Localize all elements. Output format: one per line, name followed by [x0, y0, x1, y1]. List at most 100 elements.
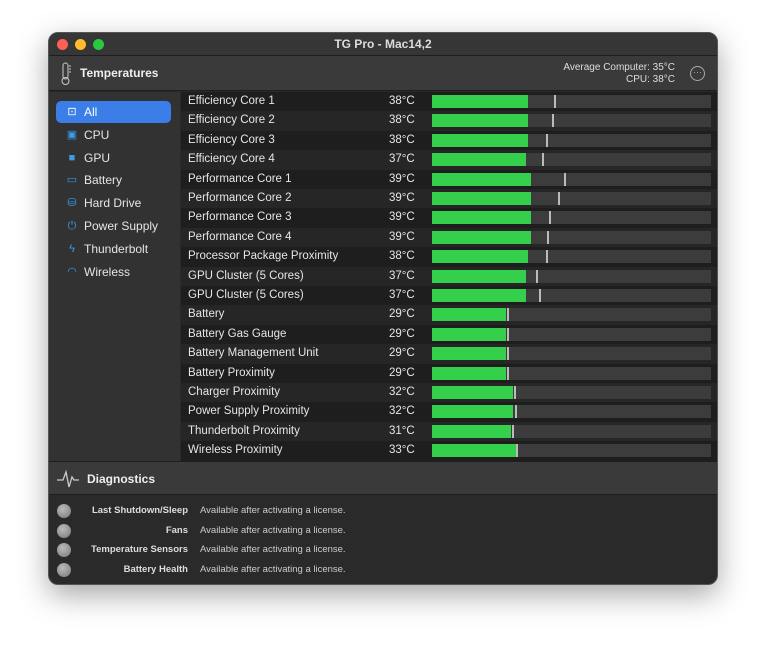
zoom-button[interactable]: [93, 39, 104, 50]
diagnostics-title: Diagnostics: [87, 472, 156, 486]
sensor-name: Battery Proximity: [188, 366, 275, 379]
temperature-bar: [432, 95, 711, 108]
sidebar-item-gpu[interactable]: ■ GPU: [56, 147, 171, 169]
sensor-name: Performance Core 3: [188, 211, 292, 224]
sensor-value: 29°C: [389, 347, 415, 360]
temperature-fill: [432, 308, 506, 322]
max-temperature-marker: [506, 308, 509, 322]
temperature-fill: [432, 347, 506, 361]
header: Temperatures Average Computer: 35°C CPU:…: [49, 56, 717, 91]
sensor-value: 29°C: [389, 327, 415, 340]
max-temperature-marker: [535, 269, 538, 283]
sensor-name: Efficiency Core 2: [188, 114, 275, 127]
wifi-icon: ◠: [67, 265, 77, 278]
sidebar-item-label: Battery: [84, 173, 123, 188]
sensor-row[interactable]: Processor Package Proximity 38°C: [181, 247, 717, 267]
temperature-bar: [432, 366, 711, 380]
max-temperature-marker: [548, 211, 551, 225]
sensor-row[interactable]: GPU Cluster (5 Cores) 37°C: [181, 286, 717, 306]
sidebar-item-wireless[interactable]: ◠ Wireless: [56, 261, 171, 283]
status-indicator-icon: [57, 562, 71, 577]
diagnostic-value: Available after activating a license.: [200, 563, 346, 575]
temperature-summary: Average Computer: 35°C CPU: 38°C: [563, 62, 675, 86]
temperature-fill: [432, 114, 529, 128]
temperature-fill: [432, 327, 506, 341]
sidebar-item-label: GPU: [84, 150, 111, 165]
diagnostics-header: Diagnostics: [49, 461, 717, 495]
sensor-row[interactable]: Performance Core 4 39°C: [181, 228, 717, 247]
minimize-button[interactable]: [75, 39, 86, 50]
diagnostic-item: Fans Available after activating a license…: [49, 521, 717, 540]
sensor-name: Efficiency Core 3: [188, 133, 275, 146]
temperature-fill: [432, 230, 531, 244]
battery-icon: ▭: [66, 174, 78, 187]
sensor-row[interactable]: Efficiency Core 1 38°C: [181, 92, 717, 112]
max-temperature-marker: [552, 114, 555, 128]
temperature-bar: [432, 153, 711, 167]
temperature-fill: [432, 424, 511, 438]
avg-value: 35°C: [652, 62, 675, 73]
window-title: TG Pro - Mac14,2: [334, 37, 432, 51]
sensor-value: 38°C: [389, 95, 415, 107]
title-bar[interactable]: TG Pro - Mac14,2: [49, 33, 717, 56]
sidebar-item-battery[interactable]: ▭ Battery: [56, 169, 171, 191]
sensor-row[interactable]: Wireless Proximity 33°C: [181, 441, 717, 461]
section-title: Temperatures: [80, 66, 159, 80]
temperature-bar: [432, 172, 711, 186]
sensor-value: 31°C: [389, 424, 415, 437]
temperature-fill: [432, 250, 529, 264]
sensor-value: 38°C: [389, 114, 415, 127]
sidebar-item-power-supply[interactable]: ⏻ Power Supply: [56, 215, 171, 237]
ellipsis-circle-icon[interactable]: ···: [690, 66, 705, 81]
diagnostic-item: Battery Health Available after activating…: [49, 560, 717, 579]
sensor-row[interactable]: Battery 29°C: [181, 305, 717, 324]
sensor-row[interactable]: Efficiency Core 3 38°C: [181, 130, 717, 151]
sensor-row[interactable]: Performance Core 1 39°C: [181, 169, 717, 189]
temperature-bar: [432, 133, 711, 147]
sensor-row[interactable]: Thunderbolt Proximity 31°C: [181, 422, 717, 441]
sensor-row[interactable]: GPU Cluster (5 Cores) 37°C: [181, 267, 717, 286]
avg-label: Average Computer:: [563, 62, 650, 73]
sensor-row[interactable]: Battery Proximity 29°C: [181, 363, 717, 383]
close-button[interactable]: [57, 39, 68, 50]
sensor-row[interactable]: Performance Core 2 39°C: [181, 189, 717, 208]
temperature-fill: [432, 153, 526, 167]
temperature-fill: [432, 386, 514, 399]
sidebar-item-thunderbolt[interactable]: ϟ Thunderbolt: [56, 238, 171, 260]
sensor-value: 33°C: [389, 444, 415, 457]
thunderbolt-icon: ϟ: [69, 242, 75, 255]
sensor-row[interactable]: Performance Core 3 39°C: [181, 208, 717, 228]
max-temperature-marker: [506, 347, 509, 361]
sensor-row[interactable]: Power Supply Proximity 32°C: [181, 402, 717, 422]
sidebar-item-hard-drive[interactable]: ⛁ Hard Drive: [56, 192, 171, 214]
sensor-row[interactable]: Battery Gas Gauge 29°C: [181, 324, 717, 345]
sidebar-item-cpu[interactable]: ▣ CPU: [56, 124, 171, 146]
gpu-icon: ■: [68, 151, 76, 164]
sensor-row[interactable]: Efficiency Core 4 37°C: [181, 150, 717, 169]
sensor-row[interactable]: Charger Proximity 32°C: [181, 383, 717, 402]
sensor-value: 39°C: [389, 211, 415, 224]
sensor-row[interactable]: Battery Management Unit 29°C: [181, 344, 717, 363]
sensor-name: Charger Proximity: [188, 386, 281, 398]
diagnostic-label: Last Shutdown/Sleep: [91, 505, 188, 516]
temperature-fill: [432, 95, 529, 108]
diagnostic-value: Available after activating a license.: [200, 544, 346, 555]
temperature-fill: [432, 192, 531, 205]
temperature-bar: [432, 114, 711, 128]
temperature-bar: [432, 444, 711, 458]
temperature-fill: [432, 289, 526, 302]
temperature-fill: [432, 269, 526, 283]
sensor-name: Performance Core 2: [188, 192, 292, 204]
max-temperature-marker: [542, 153, 545, 167]
status-indicator-icon: [57, 504, 71, 518]
sidebar-item-all[interactable]: ⊡ All: [56, 101, 171, 123]
sensor-row[interactable]: Efficiency Core 2 38°C: [181, 111, 717, 130]
sensor-value: 32°C: [389, 386, 415, 398]
diagnostic-label: Battery Health: [123, 563, 188, 575]
app-window: TG Pro - Mac14,2 Temperatures Average Co…: [48, 32, 718, 585]
sensor-value: 38°C: [389, 250, 415, 263]
sensor-name: Processor Package Proximity: [188, 250, 339, 263]
sidebar-item-label: Power Supply: [84, 219, 159, 233]
sensor-name: Wireless Proximity: [188, 444, 283, 457]
sensor-value: 38°C: [389, 133, 415, 146]
